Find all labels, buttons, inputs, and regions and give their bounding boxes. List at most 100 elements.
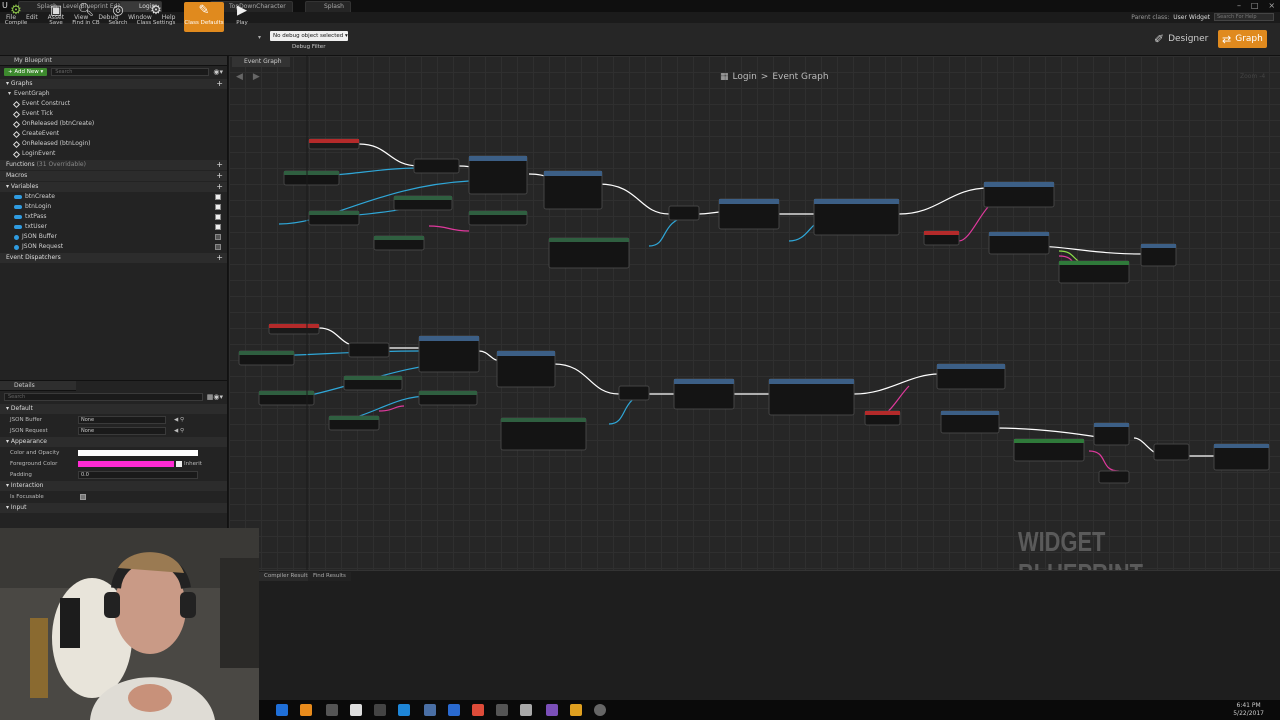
visual-studio-icon[interactable]	[546, 704, 558, 716]
start-icon[interactable]	[276, 704, 288, 716]
play-button[interactable]: ▶ Play	[226, 2, 258, 32]
json-request-select[interactable]: None	[78, 426, 166, 435]
find-in-cb-button[interactable]: 🔍︎ Find in CB	[70, 2, 102, 32]
event-item[interactable]: OnReleased (btnCreate)	[0, 119, 227, 129]
json-buffer-select[interactable]: None	[78, 415, 166, 424]
binoculars-icon: ◎	[112, 2, 124, 18]
taskbar-app-icon[interactable]	[300, 704, 312, 716]
event-item[interactable]: LoginEvent	[0, 149, 227, 159]
event-dispatchers-section[interactable]: Event Dispatchers +	[0, 253, 227, 263]
is-focusable-checkbox[interactable]	[80, 493, 86, 500]
chrome-icon[interactable]	[472, 704, 484, 716]
help-search-input[interactable]: Search For Help	[1214, 13, 1274, 21]
eye-toggle-icon[interactable]	[215, 234, 221, 240]
color-opacity-swatch[interactable]	[78, 449, 198, 456]
json-buffer-row: JSON Buffer None ◀ ⚲	[10, 415, 185, 424]
add-variable-icon[interactable]: +	[216, 182, 223, 192]
class-settings-button[interactable]: ⚙ Class Settings	[136, 2, 176, 32]
macros-section[interactable]: Macros +	[0, 171, 227, 181]
variable-item[interactable]: txtPass	[0, 212, 227, 222]
event-diamond-icon	[12, 130, 21, 138]
visual-studio-code-icon[interactable]	[448, 704, 460, 716]
foreground-color-row: Foreground Color Inherit	[10, 460, 202, 467]
add-function-icon[interactable]: +	[216, 160, 223, 170]
appearance-section[interactable]: ▾ Appearance	[0, 437, 227, 447]
padding-input[interactable]: 0.0	[78, 470, 198, 479]
browse-arrow-icon[interactable]: ◀ ⚲	[174, 428, 184, 434]
add-dispatcher-icon[interactable]: +	[216, 253, 223, 263]
taskbar-app-icon[interactable]	[496, 704, 508, 716]
object-variable-icon	[14, 215, 22, 219]
webcam-image	[0, 528, 259, 720]
my-blueprint-search-input[interactable]: Search	[51, 68, 210, 76]
inherit-checkbox[interactable]	[176, 460, 182, 467]
event-item[interactable]: Event Construct	[0, 99, 227, 109]
object-variable-icon	[14, 195, 22, 199]
input-section[interactable]: ▾ Input	[0, 503, 227, 513]
graphs-section[interactable]: ▾ Graphs +	[0, 79, 227, 89]
save-button[interactable]: ▣ Save	[40, 2, 72, 32]
system-clock[interactable]: 6:41 PM 5/22/2017	[1233, 702, 1264, 718]
default-section[interactable]: ▾ Default	[0, 404, 227, 414]
browse-arrow-icon[interactable]: ◀ ⚲	[174, 417, 184, 423]
add-new-button[interactable]: + Add New ▾	[4, 68, 48, 76]
event-item[interactable]: CreateEvent	[0, 129, 227, 139]
event-item[interactable]: Event Tick	[0, 109, 227, 119]
add-graph-icon[interactable]: +	[216, 79, 223, 89]
string-wire	[1088, 450, 1120, 472]
variable-item[interactable]: JSON Request	[0, 242, 227, 252]
minimize-icon[interactable]: –	[1237, 0, 1241, 12]
details-search-input[interactable]: Search	[4, 393, 203, 401]
event-item[interactable]: OnReleased (btnLogin)	[0, 139, 227, 149]
foreground-color-swatch[interactable]	[78, 460, 174, 467]
tab-compiler-results[interactable]: Compiler Results	[259, 572, 316, 581]
maximize-icon[interactable]: □	[1251, 0, 1259, 12]
variable-item[interactable]: txtUser	[0, 222, 227, 232]
taskbar-app-icon[interactable]	[424, 704, 436, 716]
taskbar-app-icon[interactable]	[374, 704, 386, 716]
variable-item[interactable]: btnCreate	[0, 192, 227, 202]
event-diamond-icon	[12, 150, 21, 158]
node-group-upper	[283, 138, 1177, 284]
eye-toggle-icon[interactable]	[215, 194, 221, 200]
play-options-chevron-icon[interactable]: ▾	[258, 34, 261, 41]
play-icon: ▶	[237, 2, 247, 18]
exec-wire	[553, 363, 620, 395]
details-view-options-icon[interactable]: ▦◉▾	[207, 393, 223, 401]
variable-item[interactable]: JSON Buffer	[0, 232, 227, 242]
file-explorer-icon[interactable]	[570, 704, 582, 716]
designer-mode-button[interactable]: ✐ Designer	[1150, 30, 1212, 48]
tab-find-results[interactable]: Find Results	[308, 572, 351, 581]
debug-object-select[interactable]: No debug object selected ▾	[270, 31, 348, 41]
graph-mode-button[interactable]: ⇄ Graph	[1218, 30, 1267, 48]
mail-icon[interactable]	[350, 704, 362, 716]
eye-toggle-icon[interactable]	[215, 214, 221, 220]
eye-toggle-icon[interactable]	[215, 224, 221, 230]
variables-section[interactable]: ▾ Variables +	[0, 182, 227, 192]
string-wire	[958, 205, 990, 242]
class-defaults-button[interactable]: ✎ Class Defaults	[184, 2, 224, 32]
close-icon[interactable]: ×	[1268, 0, 1275, 12]
variable-item[interactable]: btnLogin	[0, 202, 227, 212]
taskbar-app-icon[interactable]	[398, 704, 410, 716]
object-variable-icon	[14, 225, 22, 229]
event-diamond-icon	[12, 110, 21, 118]
object-variable-icon	[14, 244, 19, 250]
view-options-icon[interactable]: ◉▾	[213, 68, 223, 76]
exec-wire	[853, 373, 940, 395]
unreal-engine-icon[interactable]	[520, 704, 532, 716]
event-graph-item[interactable]: ▾ EventGraph	[0, 89, 227, 99]
compile-button[interactable]: ⚙ Compile	[0, 2, 32, 32]
add-macro-icon[interactable]: +	[216, 171, 223, 181]
exec-wire	[993, 427, 1105, 439]
taskbar-app-icon[interactable]	[594, 704, 606, 716]
functions-section[interactable]: Functions (31 Overridable) +	[0, 160, 227, 170]
tab-splash[interactable]: Splash	[305, 1, 351, 12]
taskbar-app-icon[interactable]	[326, 704, 338, 716]
event-diamond-icon	[12, 100, 21, 108]
eye-toggle-icon[interactable]	[215, 204, 221, 210]
interaction-section[interactable]: ▾ Interaction	[0, 481, 227, 491]
webcam-overlay	[0, 528, 259, 720]
search-button[interactable]: ◎ Search	[102, 2, 134, 32]
eye-toggle-icon[interactable]	[215, 244, 221, 250]
